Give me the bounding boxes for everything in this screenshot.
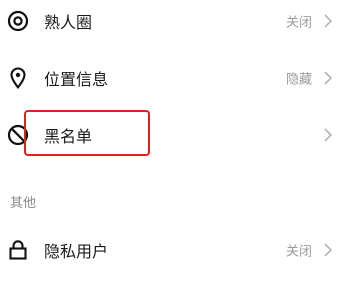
chevron-right-icon: [322, 70, 334, 86]
chevron-right-icon: [322, 13, 334, 29]
setting-label: 黑名单: [44, 127, 93, 146]
setting-row-blacklist[interactable]: 黑名单: [0, 111, 340, 159]
setting-row-acquaintance-circle[interactable]: 熟人圈 关闭: [0, 0, 340, 45]
lock-icon: [6, 238, 30, 262]
setting-value: 关闭: [285, 244, 312, 260]
setting-value: 关闭: [285, 15, 312, 31]
chevron-right-icon: [322, 242, 334, 258]
setting-row-private-users[interactable]: 隐私用户 关闭: [0, 226, 340, 274]
chevron-right-icon: [322, 127, 334, 143]
setting-label: 熟人圈: [44, 13, 93, 32]
location-pin-icon: [6, 66, 30, 90]
block-icon: [6, 123, 30, 147]
section-title-other: 其他: [10, 196, 37, 211]
setting-row-location[interactable]: 位置信息 隐藏: [0, 54, 340, 102]
setting-label: 位置信息: [44, 70, 109, 89]
setting-label: 隐私用户: [44, 242, 109, 261]
circle-target-icon: [6, 9, 30, 33]
setting-value: 隐藏: [285, 72, 312, 88]
